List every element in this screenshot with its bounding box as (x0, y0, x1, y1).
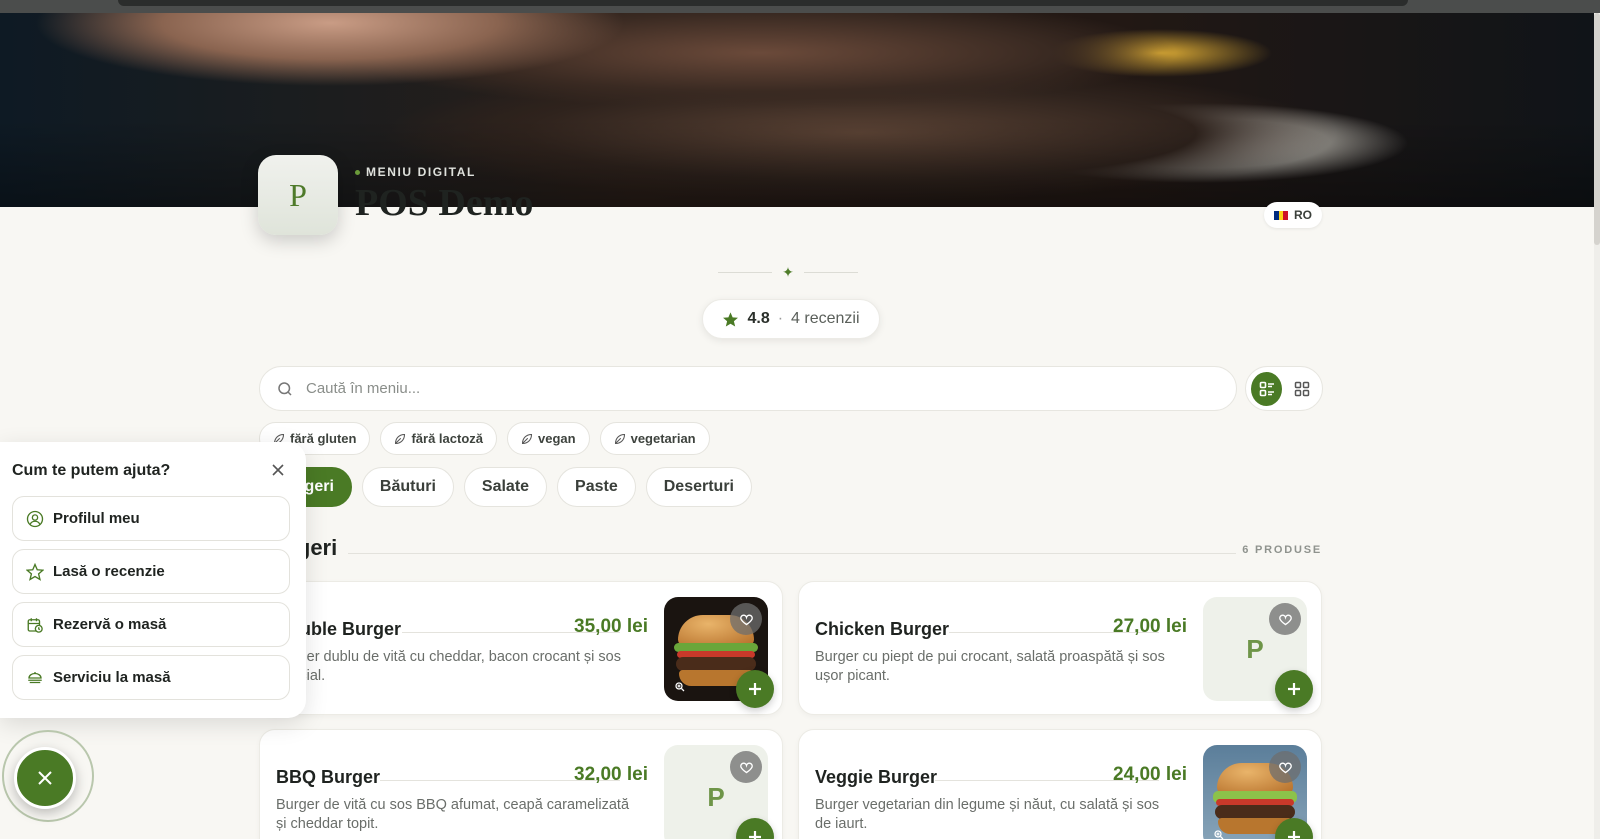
favorite-button[interactable] (730, 751, 762, 783)
rating-score: 4.8 (747, 310, 770, 327)
ornament-divider: ✦ (718, 262, 859, 282)
leaf-icon (614, 433, 625, 444)
help-panel-title: Cum te putem ajuta? (12, 462, 171, 479)
plus-icon (1288, 831, 1300, 839)
browser-address-strip (118, 0, 1408, 6)
zoom-icon[interactable] (1213, 829, 1225, 839)
product-card-bbq-burger[interactable]: BBQ Burger 32,00 lei Burger de vită cu s… (259, 729, 783, 839)
favorite-button[interactable] (1269, 751, 1301, 783)
product-price: 35,00 lei (574, 616, 648, 637)
grid-view-icon (1294, 381, 1309, 396)
product-name: BBQ Burger (276, 767, 381, 787)
search-icon (278, 381, 292, 396)
product-description: Burger cu piept de pui crocant, salată p… (815, 649, 1165, 684)
close-icon (38, 771, 52, 785)
help-option-table-service[interactable]: Serviciu la masă (12, 655, 290, 700)
search-bar[interactable] (259, 366, 1237, 411)
product-description: Burger vegetarian din legume și năut, cu… (815, 797, 1160, 832)
add-to-cart-button[interactable] (1275, 670, 1313, 708)
menu-eyebrow: MENIU DIGITAL (355, 165, 476, 179)
language-selector[interactable]: RO (1264, 202, 1322, 228)
help-toggle-button[interactable] (14, 747, 76, 809)
product-card-veggie-burger[interactable]: Veggie Burger 24,00 lei Burger vegetaria… (798, 729, 1322, 839)
page-scrollbar[interactable] (1594, 13, 1600, 839)
favorite-button[interactable] (1269, 603, 1301, 635)
view-toggle[interactable] (1245, 366, 1323, 411)
close-icon (272, 464, 284, 476)
browser-top-bar (0, 0, 1600, 13)
chip-fara-lactoza[interactable]: fără lactoză (380, 422, 498, 455)
add-to-cart-button[interactable] (736, 670, 774, 708)
search-input[interactable] (306, 380, 1206, 397)
category-tabs: Burgeri Băuturi Salate Paste Deserturi (259, 467, 752, 507)
help-option-reservation[interactable]: Rezervă o masă (12, 602, 290, 647)
sparkle-icon: ✦ (782, 263, 794, 280)
product-price: 27,00 lei (1113, 616, 1187, 637)
chip-vegetarian[interactable]: vegetarian (599, 422, 710, 455)
help-panel: Cum te putem ajuta? Profilul meu Lasă o … (0, 442, 306, 718)
leaf-icon (395, 433, 406, 444)
hero-banner-image (0, 13, 1594, 207)
list-view-icon (1259, 381, 1274, 396)
food-dome-icon (28, 671, 42, 683)
rating-badge[interactable]: 4.8 · 4 recenzii (702, 299, 880, 339)
tab-salate[interactable]: Salate (463, 467, 548, 507)
heart-icon (739, 614, 753, 625)
product-price: 24,00 lei (1113, 764, 1187, 785)
product-name: Chicken Burger (815, 619, 950, 639)
product-card-chicken-burger[interactable]: Chicken Burger 27,00 lei Burger cu piept… (798, 581, 1322, 715)
zoom-icon[interactable] (674, 681, 686, 693)
product-price: 32,00 lei (574, 764, 648, 785)
chip-vegan[interactable]: vegan (507, 422, 590, 455)
product-name: Veggie Burger (815, 767, 938, 787)
star-icon (26, 562, 44, 581)
romania-flag-icon (1274, 210, 1289, 220)
grid-view-button[interactable] (1286, 372, 1317, 406)
product-count: 6 PRODUSE (1242, 544, 1322, 556)
star-icon (723, 311, 739, 327)
restaurant-logo: P (258, 155, 338, 235)
product-description: Burger dublu de vită cu cheddar, bacon c… (276, 649, 621, 684)
calendar-clock-icon (27, 617, 43, 633)
close-button[interactable] (266, 458, 290, 482)
help-option-profile[interactable]: Profilul meu (12, 496, 290, 541)
tab-bauturi[interactable]: Băuturi (361, 467, 454, 507)
product-description: Burger de vită cu sos BBQ afumat, ceapă … (276, 797, 630, 832)
heart-icon (1278, 614, 1292, 625)
tab-paste[interactable]: Paste (557, 467, 636, 507)
plus-icon (749, 683, 761, 695)
product-card-double-burger[interactable]: Double Burger 35,00 lei Burger dublu de … (259, 581, 783, 715)
heart-icon (1278, 762, 1292, 773)
review-count: 4 recenzii (791, 310, 860, 327)
language-code: RO (1294, 208, 1312, 222)
favorite-button[interactable] (730, 603, 762, 635)
help-option-review[interactable]: Lasă o recenzie (12, 549, 290, 594)
scrollbar-thumb[interactable] (1594, 13, 1600, 245)
list-view-button[interactable] (1251, 371, 1282, 406)
plus-icon (749, 831, 761, 839)
tab-deserturi[interactable]: Deserturi (645, 467, 752, 507)
user-circle-icon (26, 510, 44, 527)
restaurant-name: POS Demo (355, 184, 534, 222)
heart-icon (739, 762, 753, 773)
diet-filter-chips: fără gluten fără lactoză vegan vegetaria… (259, 422, 710, 455)
section-divider (348, 553, 1236, 554)
leaf-icon (521, 433, 533, 444)
plus-icon (1288, 683, 1300, 695)
